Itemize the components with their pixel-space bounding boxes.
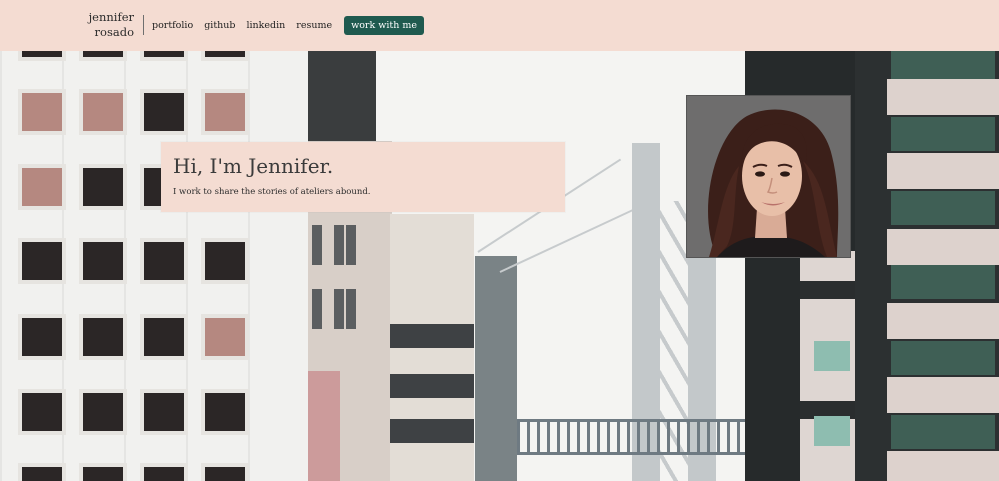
intro-card: Hi, I'm Jennifer. I work to share the st… xyxy=(161,142,565,212)
bg-window xyxy=(144,467,184,481)
bg-window-band xyxy=(390,419,474,443)
bg-window xyxy=(22,318,62,356)
bg-building-dark-top xyxy=(308,51,376,141)
bg-window xyxy=(334,225,344,265)
bg-window xyxy=(83,393,123,431)
bg-window xyxy=(83,168,123,206)
bg-window xyxy=(22,168,62,206)
nav-link-linkedin[interactable]: linkedin xyxy=(246,20,285,31)
bg-window xyxy=(346,289,356,329)
brand-divider xyxy=(143,15,144,35)
bg-building-right-light xyxy=(800,251,855,481)
bg-window xyxy=(83,93,123,131)
bg-window xyxy=(205,318,245,356)
bg-building-far-right xyxy=(855,51,999,481)
bg-window xyxy=(144,242,184,280)
bg-window xyxy=(144,93,184,131)
brand-logo[interactable]: jennifer rosado xyxy=(84,10,134,40)
bg-window xyxy=(22,393,62,431)
bg-window xyxy=(22,467,62,481)
bg-window xyxy=(83,318,123,356)
bg-window xyxy=(144,318,184,356)
bg-window xyxy=(891,415,995,449)
bg-window xyxy=(346,225,356,265)
bg-window xyxy=(891,191,995,225)
bg-window xyxy=(312,289,322,329)
bg-building-cream xyxy=(390,214,474,481)
bg-window xyxy=(312,225,322,265)
bg-window xyxy=(83,242,123,280)
bg-floor-band xyxy=(887,451,999,481)
page-title: Hi, I'm Jennifer. xyxy=(173,154,334,178)
work-with-me-button[interactable]: work with me xyxy=(344,16,425,35)
bg-window xyxy=(205,467,245,481)
bg-window xyxy=(205,93,245,131)
bg-floor-band xyxy=(887,79,999,115)
bg-building-pink xyxy=(308,371,340,481)
bg-window-band xyxy=(390,374,474,398)
bg-window xyxy=(205,51,245,57)
bg-window-band xyxy=(390,324,474,348)
bg-floor-band xyxy=(887,377,999,413)
bg-window xyxy=(205,393,245,431)
brand-first-name: jennifer xyxy=(88,10,134,24)
bg-window xyxy=(891,117,995,151)
brand-last-name: rosado xyxy=(94,25,134,39)
nav-link-github[interactable]: github xyxy=(204,20,235,31)
bg-window xyxy=(814,416,850,446)
bg-window xyxy=(22,51,62,57)
bg-bridge-deck xyxy=(517,419,747,455)
bg-window xyxy=(83,467,123,481)
bg-window xyxy=(205,242,245,280)
main-nav: portfolio github linkedin resume work wi… xyxy=(152,16,425,35)
profile-photo xyxy=(687,96,850,257)
nav-link-portfolio[interactable]: portfolio xyxy=(152,20,193,31)
bg-window xyxy=(334,289,344,329)
bg-bridge-cable xyxy=(499,207,637,273)
bg-building-left xyxy=(0,51,308,481)
bg-window xyxy=(144,51,184,57)
site-header: jennifer rosado portfolio github linkedi… xyxy=(0,0,999,51)
bg-window xyxy=(891,341,995,375)
bg-floor-band xyxy=(887,303,999,339)
intro-tagline: I work to share the stories of ateliers … xyxy=(173,187,371,197)
bg-building-glass xyxy=(475,256,517,481)
profile-photo-illustration xyxy=(687,96,850,257)
bg-window xyxy=(83,51,123,57)
bg-window xyxy=(22,242,62,280)
bg-window xyxy=(814,341,850,371)
bg-window xyxy=(22,93,62,131)
bg-floor-band xyxy=(800,281,855,299)
bg-window xyxy=(891,265,995,299)
bg-floor-band xyxy=(887,229,999,265)
bg-floor-band xyxy=(887,153,999,189)
nav-link-resume[interactable]: resume xyxy=(296,20,332,31)
bg-window xyxy=(144,393,184,431)
